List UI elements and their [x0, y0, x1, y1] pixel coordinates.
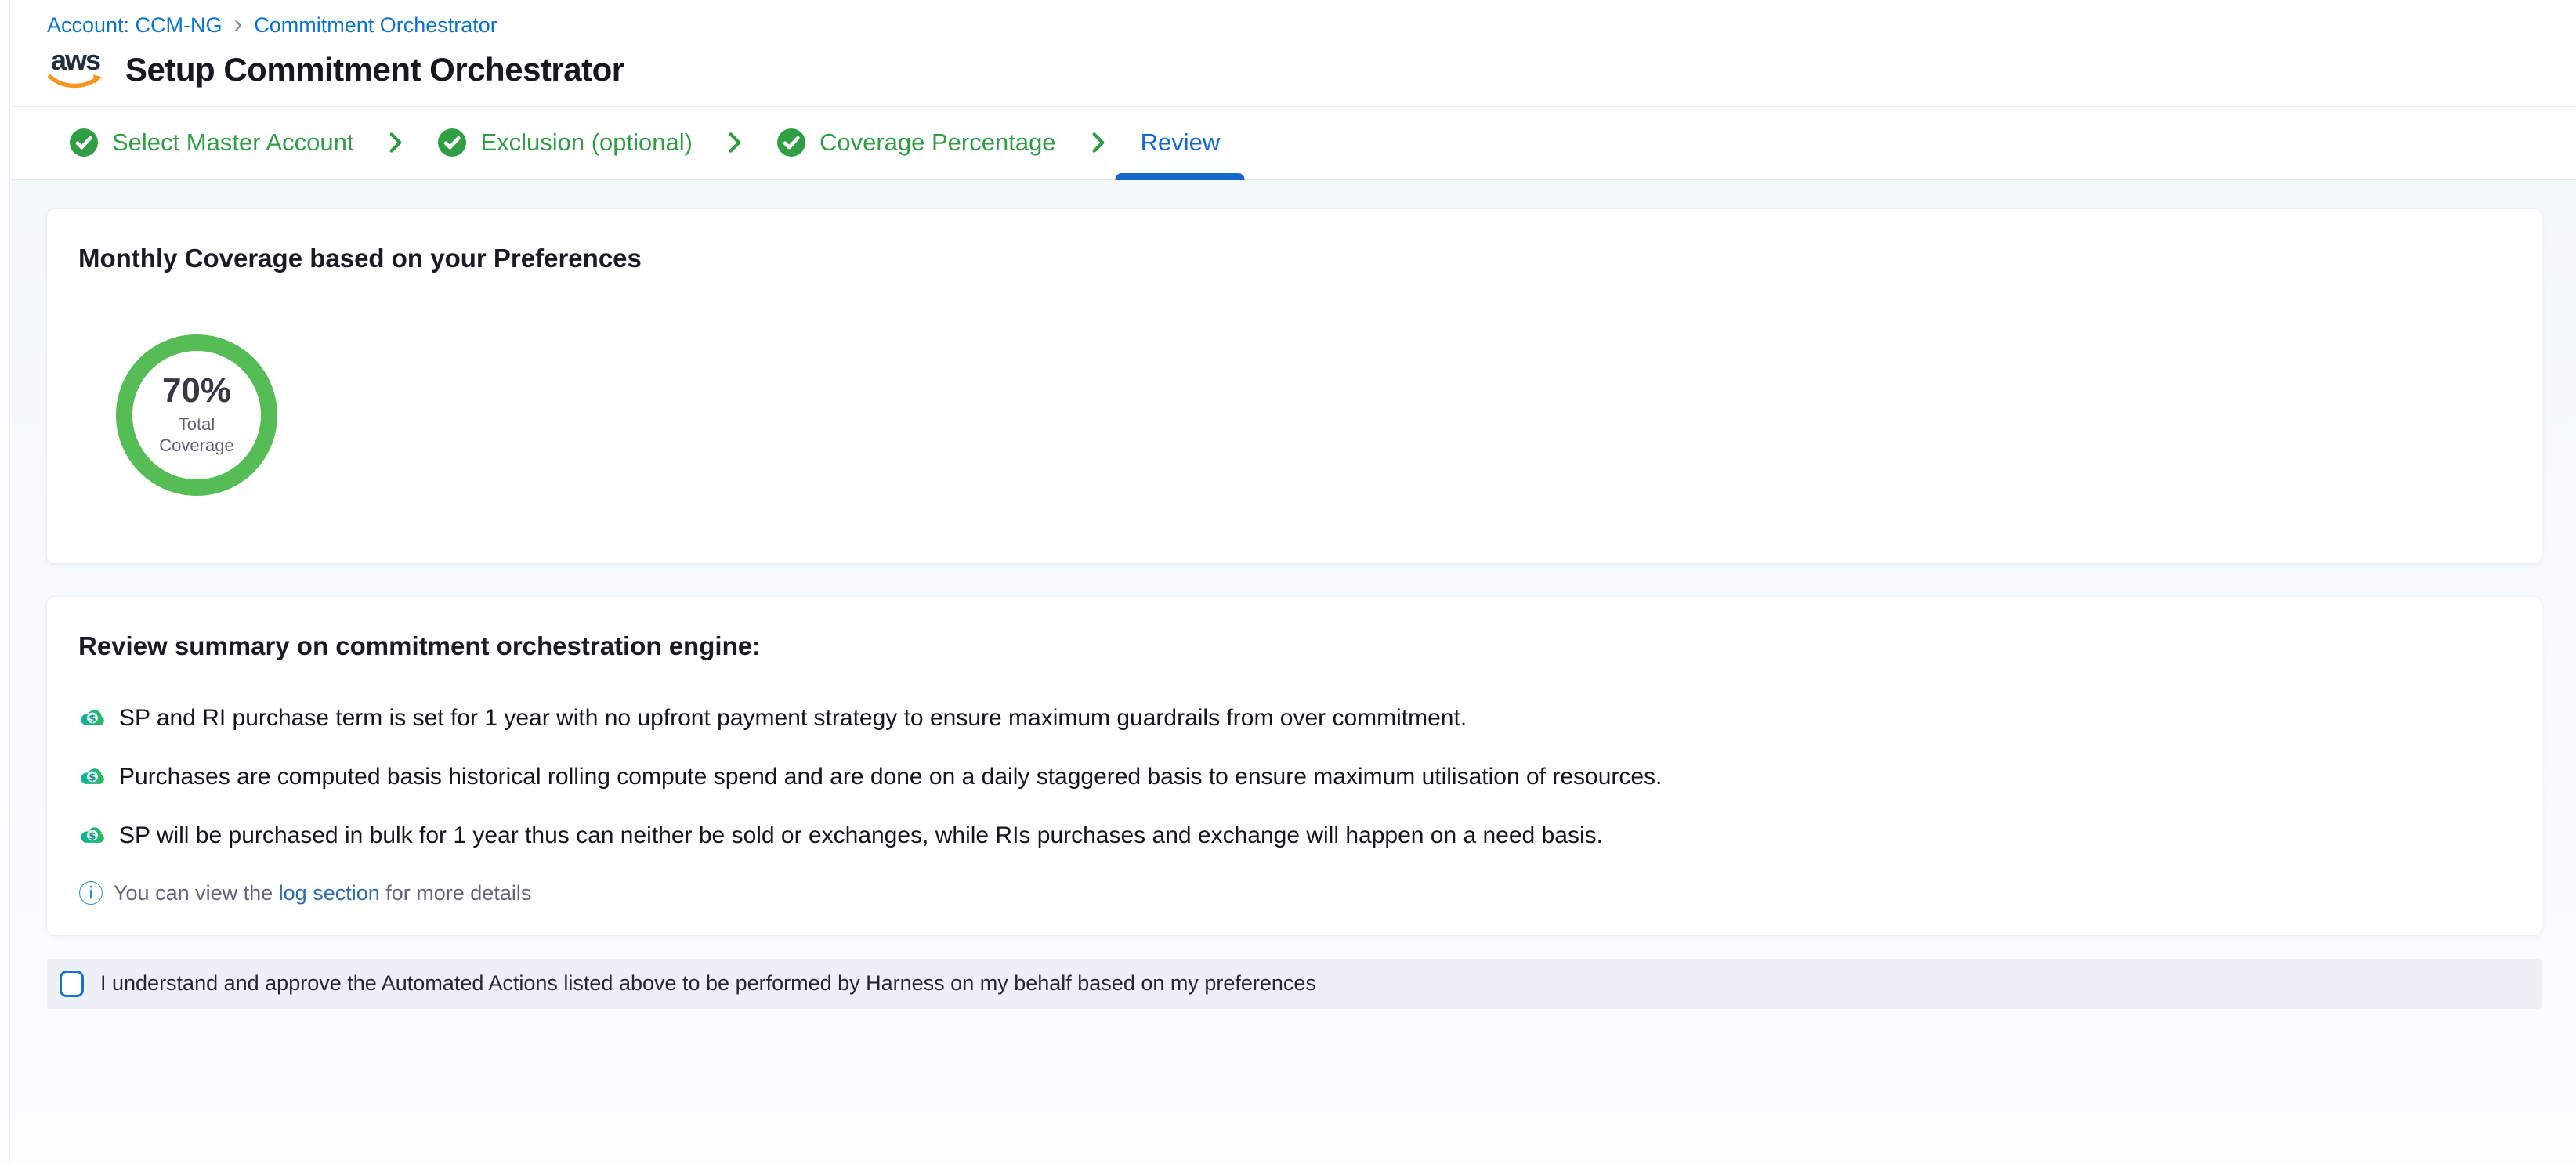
donut-label: Total Coverage [159, 414, 233, 456]
setup-stepper: Select Master Account Exclusion (optiona… [11, 106, 2576, 180]
aws-logo-icon: aws [47, 49, 103, 92]
check-circle-icon [438, 128, 466, 157]
step-label: Review [1141, 128, 1221, 157]
app-header: Account: CCM-NG › Commitment Orchestrato… [11, 0, 2576, 106]
log-section-link[interactable]: log section [279, 881, 380, 905]
coverage-card-title: Monthly Coverage based on your Preferenc… [78, 244, 2510, 273]
page-title: Setup Commitment Orchestrator [125, 51, 624, 89]
summary-card-title: Review summary on commitment orchestrati… [78, 631, 2510, 661]
summary-text: SP and RI purchase term is set for 1 yea… [119, 705, 1467, 732]
chevron-right-icon [389, 131, 402, 154]
breadcrumb-link-account[interactable]: Account: CCM-NG [47, 13, 223, 38]
svg-text:$: $ [89, 712, 96, 725]
info-icon: ⓘ [78, 881, 103, 906]
main-content: Monthly Coverage based on your Preferenc… [11, 180, 2576, 1164]
note-text: You can view the log section for more de… [114, 881, 531, 906]
log-note: ⓘ You can view the log section for more … [78, 881, 2510, 906]
svg-text:$: $ [89, 771, 96, 783]
step-label: Exclusion (optional) [480, 128, 693, 157]
step-coverage-percentage[interactable]: Coverage Percentage [777, 107, 1056, 179]
check-circle-icon [777, 128, 805, 157]
aws-smile-icon [48, 73, 103, 92]
step-label: Select Master Account [112, 128, 353, 157]
svg-text:$: $ [89, 830, 96, 842]
step-select-master-account[interactable]: Select Master Account [70, 107, 353, 179]
breadcrumb: Account: CCM-NG › Commitment Orchestrato… [47, 13, 2576, 38]
aws-logo-text: aws [51, 49, 99, 73]
step-label: Coverage Percentage [819, 128, 1056, 157]
chevron-right-icon [729, 131, 741, 154]
summary-item: $ SP and RI purchase term is set for 1 y… [78, 705, 2510, 732]
consent-bar: I understand and approve the Automated A… [47, 959, 2542, 1009]
step-exclusion-optional[interactable]: Exclusion (optional) [438, 107, 693, 179]
breadcrumb-link-commitment-orchestrator[interactable]: Commitment Orchestrator [254, 13, 497, 38]
summary-item: $ SP will be purchased in bulk for 1 yea… [78, 822, 2510, 849]
summary-text: SP will be purchased in bulk for 1 year … [119, 822, 1603, 849]
breadcrumb-separator-icon: › [234, 11, 243, 36]
review-summary-card: Review summary on commitment orchestrati… [47, 597, 2542, 935]
chevron-right-icon [1092, 131, 1105, 154]
monthly-coverage-card: Monthly Coverage based on your Preferenc… [47, 209, 2542, 563]
cloud-dollar-icon: $ [78, 765, 107, 789]
consent-checkbox[interactable] [60, 971, 84, 997]
consent-label[interactable]: I understand and approve the Automated A… [100, 971, 1316, 996]
summary-item: $ Purchases are computed basis historica… [78, 764, 2510, 790]
check-circle-icon [70, 128, 98, 157]
coverage-donut-chart: 70% Total Coverage [116, 334, 277, 496]
cloud-dollar-icon: $ [78, 707, 107, 730]
summary-text: Purchases are computed basis historical … [119, 764, 1662, 790]
step-review-active-tab[interactable]: Review [1141, 107, 1221, 179]
donut-value: 70% [162, 374, 231, 408]
cloud-dollar-icon: $ [78, 824, 107, 848]
left-rail [0, 0, 10, 1164]
active-tab-indicator [1116, 173, 1245, 180]
